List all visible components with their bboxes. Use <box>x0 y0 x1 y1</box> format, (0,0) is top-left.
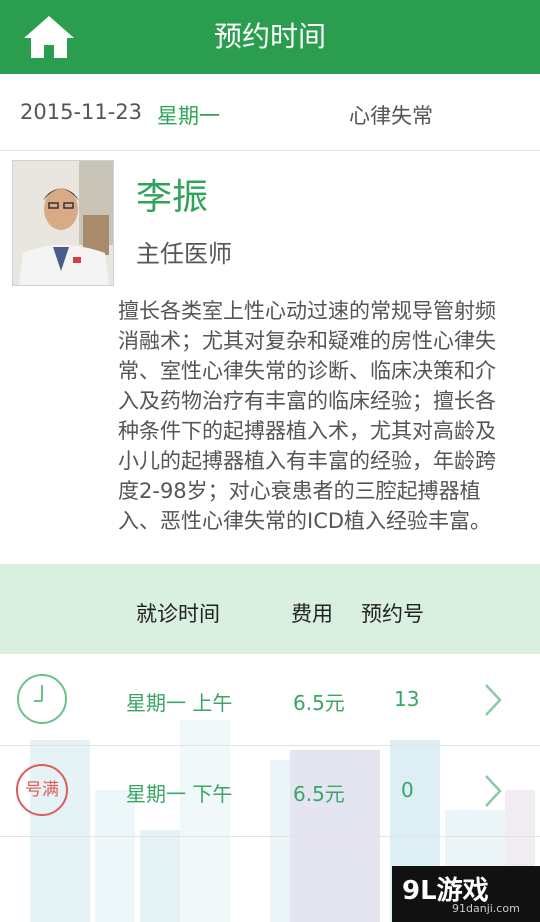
row-time: 星期一 上午 <box>126 691 233 715</box>
row-time: 星期一 下午 <box>126 782 233 806</box>
doctor-photo <box>12 160 114 286</box>
column-header-time: 就诊时间 <box>136 602 220 626</box>
row-number: 13 <box>394 687 420 711</box>
full-stamp-icon: 号满 <box>16 764 68 816</box>
row-fee: 6.5元 <box>293 782 345 806</box>
row-fee: 6.5元 <box>293 691 345 715</box>
page-title: 预约时间 <box>213 20 326 53</box>
schedule-row-afternoon[interactable]: 号满 星期一 下午 6.5元 0 <box>0 746 540 837</box>
column-header-number: 预约号 <box>361 602 424 626</box>
full-badge-label: 号满 <box>25 780 59 800</box>
row-number: 0 <box>401 778 414 802</box>
appointment-weekday: 星期一 <box>157 104 220 128</box>
appointment-info-bar: 2015-11-23 星期一 心律失常 <box>0 74 540 151</box>
schedule-row-morning[interactable]: 星期一 上午 6.5元 13 <box>0 655 540 746</box>
doctor-name: 李振 <box>136 177 209 218</box>
chevron-right-icon[interactable] <box>484 683 502 717</box>
watermark: 9L游戏 91danji.com <box>392 866 540 922</box>
appointment-date: 2015-11-23 <box>20 100 143 124</box>
department-name: 心律失常 <box>349 104 433 128</box>
clock-icon <box>17 674 67 724</box>
doctor-title: 主任医师 <box>136 240 232 268</box>
schedule-table-header: 就诊时间 费用 预约号 <box>0 564 540 654</box>
app-header: 预约时间 <box>0 0 540 74</box>
watermark-url: 91danji.com <box>452 902 520 915</box>
doctor-description: 擅长各类室上性心动过速的常规导管射频消融术；尤其对复杂和疑难的房性心律失常、室性… <box>118 299 496 533</box>
column-header-fee: 费用 <box>291 602 333 626</box>
chevron-right-icon[interactable] <box>484 774 502 808</box>
